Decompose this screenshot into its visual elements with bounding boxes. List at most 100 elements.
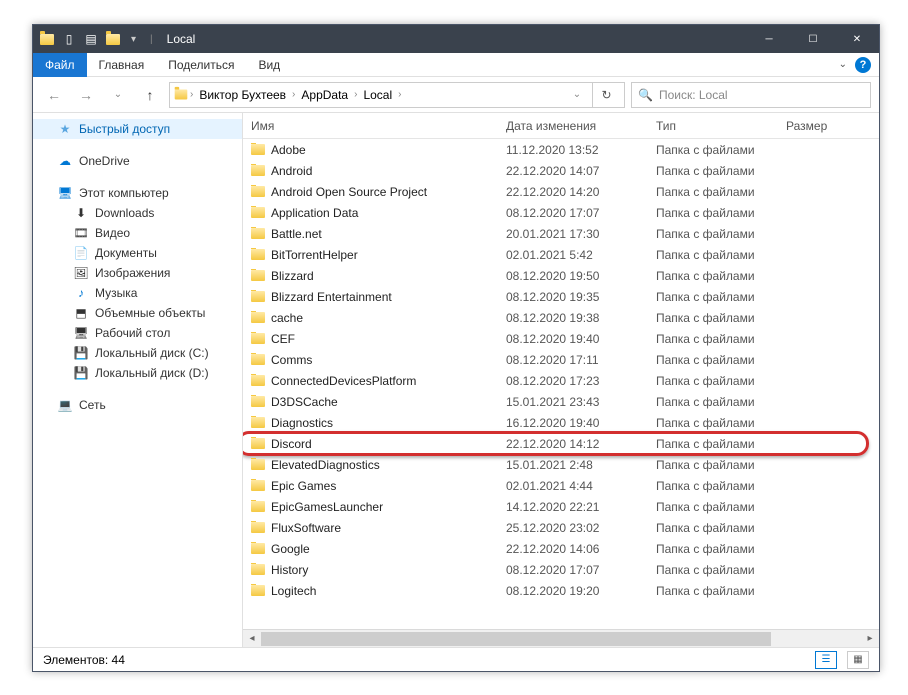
drive-icon: 💾 — [73, 346, 89, 360]
column-name[interactable]: Имя — [243, 119, 498, 133]
table-row[interactable]: Adobe11.12.2020 13:52Папка с файлами — [243, 139, 879, 160]
sidebar-item-onedrive[interactable]: ☁ OneDrive — [33, 151, 242, 171]
sidebar-item-quick-access[interactable]: ★ Быстрый доступ — [33, 119, 242, 139]
tab-file[interactable]: Файл — [33, 53, 87, 77]
file-type: Папка с файлами — [648, 584, 778, 598]
sidebar-item-downloads[interactable]: ⬇Downloads — [33, 203, 242, 223]
sidebar-item-drive-d[interactable]: 💾Локальный диск (D:) — [33, 363, 242, 383]
table-row[interactable]: ConnectedDevicesPlatform08.12.2020 17:23… — [243, 370, 879, 391]
address-bar[interactable]: › Виктор Бухтеев › AppData › Local › ⌄ ↻ — [169, 82, 625, 108]
folder-icon — [251, 144, 265, 155]
column-type[interactable]: Тип — [648, 119, 778, 133]
breadcrumb-segment[interactable]: AppData — [297, 88, 352, 102]
chevron-right-icon[interactable]: › — [292, 89, 295, 100]
table-row[interactable]: Blizzard Entertainment08.12.2020 19:35Па… — [243, 286, 879, 307]
table-row[interactable]: cache08.12.2020 19:38Папка с файлами — [243, 307, 879, 328]
breadcrumb-segment[interactable]: Виктор Бухтеев — [195, 88, 290, 102]
document-icon: 📄 — [73, 246, 89, 260]
sidebar-item-documents[interactable]: 📄Документы — [33, 243, 242, 263]
nav-forward-button[interactable]: → — [73, 82, 99, 108]
chevron-right-icon[interactable]: › — [354, 89, 357, 100]
chevron-right-icon[interactable]: › — [398, 89, 401, 100]
help-icon[interactable]: ? — [855, 57, 871, 73]
table-row[interactable]: History08.12.2020 17:07Папка с файлами — [243, 559, 879, 580]
nav-history-dropdown[interactable]: ⌄ — [105, 82, 131, 108]
close-button[interactable]: ✕ — [835, 25, 879, 53]
table-row[interactable]: D3DSCache15.01.2021 23:43Папка с файлами — [243, 391, 879, 412]
search-icon: 🔍 — [638, 88, 653, 102]
folder-icon — [251, 480, 265, 491]
file-type: Папка с файлами — [648, 353, 778, 367]
folder-icon — [251, 585, 265, 596]
file-date: 15.01.2021 2:48 — [498, 458, 648, 472]
qat-properties-icon[interactable]: ▯ — [61, 31, 77, 47]
address-dropdown-icon[interactable]: ⌄ — [564, 82, 590, 108]
breadcrumb-segment[interactable]: Local — [359, 88, 396, 102]
maximize-button[interactable]: ☐ — [791, 25, 835, 53]
sidebar-item-network[interactable]: 💻 Сеть — [33, 395, 242, 415]
table-row[interactable]: Battle.net20.01.2021 17:30Папка с файлам… — [243, 223, 879, 244]
column-headers: Имя Дата изменения Тип Размер — [243, 113, 879, 139]
search-placeholder: Поиск: Local — [659, 88, 728, 102]
table-row[interactable]: Application Data08.12.2020 17:07Папка с … — [243, 202, 879, 223]
sidebar-item-this-pc[interactable]: 🖥 Этот компьютер — [33, 183, 242, 203]
search-input[interactable]: 🔍 Поиск: Local — [631, 82, 871, 108]
horizontal-scrollbar[interactable]: ◂ ▸ — [243, 629, 879, 647]
image-icon: 🖼 — [73, 266, 89, 280]
table-row[interactable]: Diagnostics16.12.2020 19:40Папка с файла… — [243, 412, 879, 433]
table-row[interactable]: EpicGamesLauncher14.12.2020 22:21Папка с… — [243, 496, 879, 517]
view-large-icons-button[interactable]: ▦ — [847, 651, 869, 669]
sidebar-item-music[interactable]: ♪Музыка — [33, 283, 242, 303]
tab-home[interactable]: Главная — [87, 53, 157, 77]
table-row[interactable]: CEF08.12.2020 19:40Папка с файлами — [243, 328, 879, 349]
table-row[interactable]: Logitech08.12.2020 19:20Папка с файлами — [243, 580, 879, 601]
folder-icon — [251, 333, 265, 344]
file-name: D3DSCache — [271, 395, 338, 409]
qat-new-icon[interactable]: ▤ — [83, 31, 99, 47]
file-date: 08.12.2020 19:35 — [498, 290, 648, 304]
sidebar-item-pictures[interactable]: 🖼Изображения — [33, 263, 242, 283]
file-list[interactable]: Adobe11.12.2020 13:52Папка с файламиAndr… — [243, 139, 879, 629]
table-row[interactable]: BitTorrentHelper02.01.2021 5:42Папка с ф… — [243, 244, 879, 265]
table-row[interactable]: ElevatedDiagnostics15.01.2021 2:48Папка … — [243, 454, 879, 475]
tab-share[interactable]: Поделиться — [156, 53, 246, 77]
sidebar-item-desktop[interactable]: 🖥Рабочий стол — [33, 323, 242, 343]
refresh-button[interactable]: ↻ — [592, 82, 620, 108]
scroll-track[interactable] — [261, 631, 861, 647]
tab-view[interactable]: Вид — [246, 53, 292, 77]
table-row[interactable]: Blizzard08.12.2020 19:50Папка с файлами — [243, 265, 879, 286]
file-date: 22.12.2020 14:12 — [498, 437, 648, 451]
table-row[interactable]: FluxSoftware25.12.2020 23:02Папка с файл… — [243, 517, 879, 538]
ribbon-collapse-icon[interactable]: ⌄ — [839, 59, 847, 70]
qat-folder-icon[interactable] — [105, 31, 121, 47]
scroll-right-icon[interactable]: ▸ — [861, 631, 879, 647]
table-row[interactable]: Discord22.12.2020 14:12Папка с файлами — [243, 433, 879, 454]
nav-back-button[interactable]: ← — [41, 82, 67, 108]
sidebar-item-drive-c[interactable]: 💾Локальный диск (C:) — [33, 343, 242, 363]
qat-dropdown-icon[interactable]: ▾ — [127, 34, 140, 45]
file-date: 08.12.2020 17:07 — [498, 563, 648, 577]
table-row[interactable]: Comms08.12.2020 17:11Папка с файлами — [243, 349, 879, 370]
scroll-left-icon[interactable]: ◂ — [243, 631, 261, 647]
table-row[interactable]: Epic Games02.01.2021 4:44Папка с файлами — [243, 475, 879, 496]
table-row[interactable]: Android Open Source Project22.12.2020 14… — [243, 181, 879, 202]
file-name: Comms — [271, 353, 312, 367]
file-date: 11.12.2020 13:52 — [498, 143, 648, 157]
chevron-right-icon[interactable]: › — [190, 89, 193, 100]
file-date: 14.12.2020 22:21 — [498, 500, 648, 514]
folder-icon — [251, 396, 265, 407]
explorer-window: ▯ ▤ ▾ | Local ─ ☐ ✕ Файл Главная Поделит… — [32, 24, 880, 672]
file-type: Папка с файлами — [648, 227, 778, 241]
table-row[interactable]: Google22.12.2020 14:06Папка с файлами — [243, 538, 879, 559]
column-size[interactable]: Размер — [778, 119, 838, 133]
file-date: 08.12.2020 19:40 — [498, 332, 648, 346]
table-row[interactable]: Android22.12.2020 14:07Папка с файлами — [243, 160, 879, 181]
column-date[interactable]: Дата изменения — [498, 119, 648, 133]
nav-up-button[interactable]: ↑ — [137, 82, 163, 108]
view-details-button[interactable]: ☰ — [815, 651, 837, 669]
sidebar-item-3d[interactable]: ⬒Объемные объекты — [33, 303, 242, 323]
scroll-thumb[interactable] — [261, 632, 771, 646]
sidebar-item-videos[interactable]: 🎞Видео — [33, 223, 242, 243]
file-name: Android — [271, 164, 312, 178]
minimize-button[interactable]: ─ — [747, 25, 791, 53]
